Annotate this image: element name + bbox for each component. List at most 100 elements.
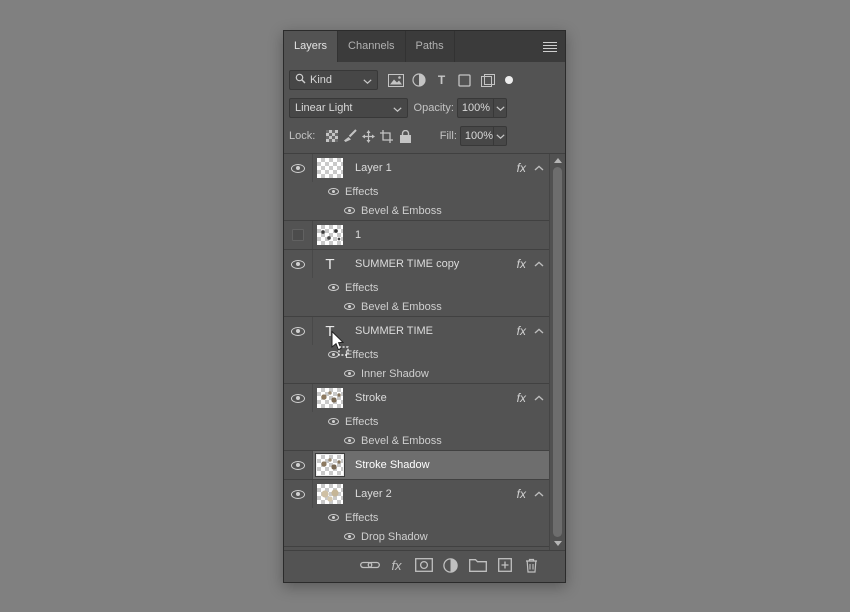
layer-fx-badge: fx — [517, 324, 526, 338]
layer-row[interactable]: T SUMMER TIME fx — [284, 317, 549, 345]
panel-tab-bar: Layers Channels Paths — [284, 31, 565, 62]
scrollbar[interactable] — [549, 154, 565, 550]
lock-transparency-icon[interactable] — [322, 128, 340, 144]
filter-type-layers-icon[interactable]: T — [430, 71, 453, 89]
layer-collapse-chevron[interactable] — [531, 395, 547, 401]
layer-thumbnail[interactable]: T — [317, 321, 343, 341]
layer-thumbnail[interactable] — [317, 225, 343, 245]
layer-visibility-toggle[interactable] — [284, 154, 313, 182]
layer-collapse-chevron[interactable] — [531, 165, 547, 171]
filter-shape-layers-icon[interactable] — [453, 71, 476, 89]
filter-smart-objects-icon[interactable] — [476, 71, 499, 89]
effect-visibility-toggle[interactable] — [344, 437, 355, 444]
effect-row[interactable]: Bevel & Emboss — [284, 297, 549, 316]
lock-artboard-icon[interactable] — [378, 128, 396, 144]
layer-collapse-chevron[interactable] — [531, 261, 547, 267]
new-group-icon[interactable] — [468, 555, 488, 575]
effect-visibility-toggle[interactable] — [328, 514, 339, 521]
layer-visibility-toggle[interactable] — [284, 250, 313, 278]
lock-all-icon[interactable] — [396, 128, 414, 144]
effect-row[interactable]: Bevel & Emboss — [284, 431, 549, 450]
layer-visibility-toggle[interactable] — [284, 480, 313, 508]
adjustment-layer-icon[interactable] — [441, 555, 461, 575]
lock-position-icon[interactable] — [359, 128, 377, 144]
layer-name[interactable]: Layer 1 — [355, 162, 517, 174]
effect-row[interactable]: Effects — [284, 182, 549, 201]
layer-row[interactable]: Layer 2 fx — [284, 480, 549, 508]
scrollbar-track[interactable] — [550, 163, 565, 541]
effect-visibility-toggle[interactable] — [328, 188, 339, 195]
layer-thumbnail[interactable]: T — [317, 254, 343, 274]
layer-visibility-toggle[interactable] — [284, 317, 313, 345]
chevron-down-icon[interactable] — [493, 99, 506, 117]
layer-mask-icon[interactable] — [414, 555, 434, 575]
layer-visibility-toggle[interactable] — [284, 221, 313, 249]
effect-row[interactable]: Bevel & Emboss — [284, 201, 549, 220]
opacity-label: Opacity: — [408, 102, 454, 114]
effect-row[interactable]: Effects — [284, 278, 549, 297]
filter-kind-dropdown[interactable]: Kind — [289, 70, 378, 90]
lock-pixels-icon[interactable] — [341, 128, 359, 144]
hamburger-icon — [543, 42, 557, 43]
new-layer-icon[interactable] — [495, 555, 515, 575]
layer-collapse-chevron[interactable] — [531, 491, 547, 497]
blend-mode-value: Linear Light — [295, 102, 393, 114]
filter-pixel-layers-icon[interactable] — [384, 71, 407, 89]
link-layers-icon[interactable] — [360, 555, 380, 575]
tab-paths[interactable]: Paths — [406, 31, 455, 62]
layer-thumbnail[interactable] — [317, 158, 343, 178]
effect-visibility-toggle[interactable] — [328, 284, 339, 291]
scrollbar-thumb[interactable] — [553, 167, 562, 537]
layer-row[interactable]: Stroke Shadow — [284, 451, 549, 479]
delete-layer-icon[interactable] — [522, 555, 542, 575]
effect-row[interactable]: Effects — [284, 345, 549, 364]
layer-style-icon[interactable]: fx — [387, 555, 407, 575]
panel-menu-icon[interactable] — [535, 31, 565, 62]
layer-name[interactable]: 1 — [355, 229, 549, 241]
tab-channels[interactable]: Channels — [338, 31, 405, 62]
layer-row[interactable]: Layer 1 fx — [284, 154, 549, 182]
effect-visibility-toggle[interactable] — [344, 207, 355, 214]
layer-block: 1 — [284, 221, 549, 250]
layer-name[interactable]: Stroke — [355, 392, 517, 404]
effect-visibility-toggle[interactable] — [344, 370, 355, 377]
fill-dropdown[interactable]: 100% — [460, 126, 507, 146]
effect-row[interactable]: Inner Shadow — [284, 364, 549, 383]
layer-visibility-toggle[interactable] — [284, 451, 313, 479]
layer-name[interactable]: SUMMER TIME copy — [355, 258, 517, 270]
blend-mode-dropdown[interactable]: Linear Light — [289, 98, 408, 118]
layer-row[interactable]: T SUMMER TIME copy fx — [284, 250, 549, 278]
panel-header: Kind T Linear Light — [284, 62, 565, 147]
layer-name[interactable]: Layer 2 — [355, 488, 517, 500]
scroll-down-arrow-icon[interactable] — [554, 541, 562, 546]
lock-label: Lock: — [289, 130, 315, 142]
opacity-dropdown[interactable]: 100% — [457, 98, 507, 118]
effect-label: Effects — [345, 282, 378, 294]
fill-label: Fill: — [415, 130, 457, 142]
tab-layers[interactable]: Layers — [284, 31, 338, 62]
effect-row[interactable]: Effects — [284, 508, 549, 527]
effect-row[interactable]: Drop Shadow — [284, 527, 549, 546]
effect-visibility-toggle[interactable] — [344, 303, 355, 310]
layer-name[interactable]: Stroke Shadow — [355, 459, 549, 471]
layer-row[interactable]: 1 — [284, 221, 549, 249]
layer-fx-badge: fx — [517, 161, 526, 175]
layer-name[interactable]: SUMMER TIME — [355, 325, 517, 337]
effect-visibility-toggle[interactable] — [344, 533, 355, 540]
effect-visibility-toggle[interactable] — [328, 351, 339, 358]
layer-visibility-toggle[interactable] — [284, 384, 313, 412]
effect-label: Inner Shadow — [361, 368, 429, 380]
effect-row[interactable]: Effects — [284, 412, 549, 431]
filter-toggle-icon[interactable] — [505, 76, 513, 84]
filter-adjustment-layers-icon[interactable] — [407, 71, 430, 89]
layer-thumbnail[interactable] — [317, 388, 343, 408]
layer-fx-badge: fx — [517, 391, 526, 405]
effect-visibility-toggle[interactable] — [328, 418, 339, 425]
layer-row[interactable]: Stroke fx — [284, 384, 549, 412]
search-icon — [295, 71, 306, 89]
layer-collapse-chevron[interactable] — [531, 328, 547, 334]
chevron-down-icon[interactable] — [493, 127, 506, 145]
layer-visibility-empty[interactable] — [292, 229, 304, 241]
layer-thumbnail[interactable] — [317, 484, 343, 504]
layer-thumbnail[interactable] — [317, 455, 343, 475]
